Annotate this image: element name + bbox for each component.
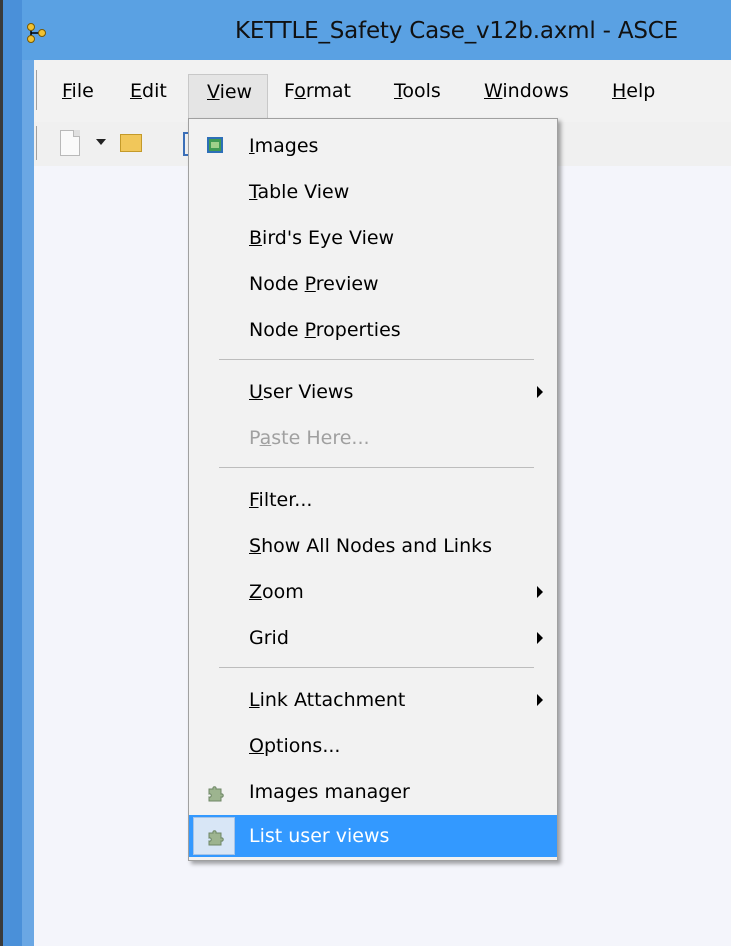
menu-format-mnemonic: o: [294, 80, 306, 102]
menu-item-grid[interactable]: Grid: [189, 617, 557, 659]
menu-format-prefix: F: [284, 80, 295, 102]
menu-tools-label: ools: [402, 80, 441, 102]
window-title: KETTLE_Safety Case_v12b.axml - ASCE: [235, 18, 678, 44]
menu-separator: [219, 467, 534, 468]
menu-item-node-preview-label: Node Preview: [249, 273, 379, 295]
menu-item-zoom-label: Zoom: [249, 581, 304, 603]
menu-help-label: elp: [626, 80, 656, 102]
menu-item-options-label: Options...: [249, 735, 341, 757]
menu-item-paste-here-label: Paste Here...: [249, 427, 370, 449]
menu-item-table-view-label: Table View: [249, 181, 350, 203]
menu-tools[interactable]: Tools: [394, 80, 441, 102]
menu-item-user-views-label: User Views: [249, 381, 354, 403]
menu-file-mnemonic: F: [62, 80, 72, 102]
menu-item-table-view[interactable]: Table View: [189, 171, 557, 213]
menu-item-filter[interactable]: Filter...: [189, 479, 557, 521]
menu-item-grid-label: Grid: [249, 627, 289, 649]
menu-item-node-properties-label: Node Properties: [249, 319, 401, 341]
submenu-arrow-icon: [537, 632, 543, 644]
menu-edit-mnemonic: E: [130, 80, 143, 102]
menu-separator: [219, 359, 534, 360]
menu-view[interactable]: View: [188, 74, 268, 122]
menu-item-options[interactable]: Options...: [189, 725, 557, 767]
menu-item-images-label: Images: [249, 135, 319, 157]
menubar-grip[interactable]: [36, 70, 37, 110]
images-icon: [207, 137, 223, 153]
view-menu-dropdown: Images Table View Bird's Eye View Node P…: [188, 118, 558, 861]
open-folder-icon[interactable]: [120, 134, 142, 152]
menu-file[interactable]: File: [62, 80, 94, 102]
submenu-arrow-icon: [537, 694, 543, 706]
menu-item-filter-label: Filter...: [249, 489, 313, 511]
menu-item-node-properties[interactable]: Node Properties: [189, 309, 557, 351]
menu-edit-label: dit: [142, 80, 167, 102]
menu-view-label: iew: [219, 81, 253, 103]
menu-edit[interactable]: Edit: [130, 80, 167, 102]
menu-item-link-attachment[interactable]: Link Attachment: [189, 679, 557, 721]
menu-item-zoom[interactable]: Zoom: [189, 571, 557, 613]
window-frame-inner: [22, 60, 34, 946]
menu-item-list-user-views[interactable]: List user views: [189, 815, 557, 857]
menu-item-node-preview[interactable]: Node Preview: [189, 263, 557, 305]
menu-windows[interactable]: Windows: [484, 80, 569, 102]
menu-item-list-user-views-label: List user views: [249, 825, 390, 847]
app-logo-icon[interactable]: [26, 22, 48, 44]
menu-item-birds-eye-view-label: Bird's Eye View: [249, 227, 395, 249]
window-frame-left: [0, 0, 22, 946]
new-document-icon[interactable]: [60, 130, 80, 156]
menu-item-images-manager[interactable]: Images manager: [189, 771, 557, 813]
submenu-arrow-icon: [537, 386, 543, 398]
menu-file-label: ile: [71, 80, 94, 102]
menu-item-images[interactable]: Images: [189, 125, 557, 167]
menu-windows-label: indows: [502, 80, 569, 102]
puzzle-icon: [208, 786, 224, 802]
menu-item-paste-here: Paste Here...: [189, 417, 557, 459]
menu-item-show-all-label: Show All Nodes and Links: [249, 535, 493, 557]
menu-separator: [219, 667, 534, 668]
menu-format[interactable]: Format: [284, 80, 351, 102]
window-frame-edge: [0, 0, 3, 946]
menu-format-label: rmat: [305, 80, 351, 102]
menu-view-mnemonic: V: [207, 81, 220, 103]
menu-item-birds-eye-view[interactable]: Bird's Eye View: [189, 217, 557, 259]
menu-windows-mnemonic: W: [484, 80, 503, 102]
submenu-arrow-icon: [537, 586, 543, 598]
menu-item-user-views[interactable]: User Views: [189, 371, 557, 413]
menu-item-link-attachment-label: Link Attachment: [249, 689, 406, 711]
menu-help[interactable]: Help: [612, 80, 655, 102]
menu-help-mnemonic: H: [612, 80, 627, 102]
toolbar-grip[interactable]: [36, 126, 37, 160]
menu-item-show-all-nodes-and-links[interactable]: Show All Nodes and Links: [189, 525, 557, 567]
menu-item-images-manager-label: Images manager: [249, 781, 410, 803]
dropdown-arrow-icon[interactable]: [96, 139, 106, 145]
puzzle-icon: [208, 830, 224, 846]
